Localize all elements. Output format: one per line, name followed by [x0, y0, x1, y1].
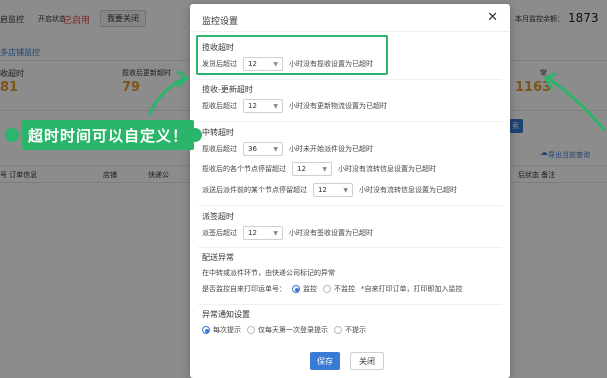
delivery-timeout-value: 12 — [248, 229, 257, 237]
update-timeout-select[interactable]: 12 ▼ — [243, 99, 283, 113]
chevron-down-icon: ▼ — [343, 186, 348, 194]
divider — [198, 304, 502, 305]
transit-row2-value: 12 — [297, 165, 306, 173]
transit-row3-value: 12 — [318, 186, 327, 194]
divider — [198, 205, 502, 206]
radio-notify-every[interactable]: 每次提示 — [202, 325, 241, 335]
transit-row2-prefix: 揽收后的各个节点停留超过 — [202, 165, 286, 173]
highlight-box — [196, 35, 388, 75]
radio-unchecked-icon — [247, 326, 255, 334]
radio-no-monitor[interactable]: 不监控 — [323, 284, 355, 294]
update-timeout-title: 揽收-更新超时 — [202, 85, 253, 94]
transit-timeout-row-3: 派送后派件前的某个节点停留超过 12 ▼ 小时没有流转信息设置为已超时 — [202, 183, 457, 197]
divider — [198, 121, 502, 122]
callout-banner: 超时时间可以自定义！ — [22, 120, 194, 150]
save-button[interactable]: 保存 — [310, 352, 340, 370]
dispatch-exception-question: 是否监控自来打印运单号： — [202, 285, 286, 293]
radio-checked-icon — [202, 326, 210, 334]
callout-dot-left — [5, 128, 19, 142]
transit-row2-suffix: 小时没有流转信息设置为已超时 — [338, 165, 436, 173]
dispatch-exception-desc-text: 在中转或派件环节，由快递公司标记的异常 — [202, 269, 335, 277]
radio-monitor[interactable]: 监控 — [292, 284, 317, 294]
transit-row1-value: 36 — [248, 145, 257, 153]
dispatch-exception-note: *自来打印订单，打印即加入监控 — [361, 285, 463, 293]
close-button[interactable]: 关闭 — [350, 352, 384, 370]
callout-dot-right — [188, 128, 202, 142]
transit-timeout-row-1: 揽收后超过 36 ▼ 小时未开始派件设为已超时 — [202, 142, 373, 156]
chevron-down-icon: ▼ — [322, 165, 327, 173]
radio-notify-daily[interactable]: 仅每天第一次登录提示 — [247, 325, 328, 335]
divider — [198, 79, 502, 80]
chevron-down-icon: ▼ — [273, 102, 278, 110]
dispatch-exception-title: 配送异常 — [202, 253, 234, 262]
dispatch-exception-options: 是否监控自来打印运单号： 监控 不监控 *自来打印订单，打印即加入监控 — [202, 284, 463, 294]
divider — [190, 31, 510, 32]
delivery-timeout-select[interactable]: 12 ▼ — [243, 226, 283, 240]
chevron-down-icon: ▼ — [273, 145, 278, 153]
update-timeout-row: 揽收后超过 12 ▼ 小时没有更新物流设置为已超时 — [202, 99, 387, 113]
notify-title: 异常通知设置 — [202, 310, 250, 319]
transit-row3-select[interactable]: 12 ▼ — [313, 183, 353, 197]
transit-row1-prefix: 揽收后超过 — [202, 145, 237, 153]
radio-unchecked-icon — [323, 285, 331, 293]
transit-row1-select[interactable]: 36 ▼ — [243, 142, 283, 156]
dialog-title: 监控设置 — [202, 17, 239, 27]
transit-timeout-title: 中转超时 — [202, 128, 234, 137]
radio-notify-daily-label: 仅每天第一次登录提示 — [258, 326, 328, 334]
update-timeout-suffix: 小时没有更新物流设置为已超时 — [289, 102, 387, 110]
dispatch-exception-desc: 在中转或派件环节，由快递公司标记的异常 — [202, 268, 335, 278]
transit-row1-suffix: 小时未开始派件设为已超时 — [289, 145, 373, 153]
transit-row3-prefix: 派送后派件前的某个节点停留超过 — [202, 186, 307, 194]
delivery-timeout-suffix: 小时没有签收设置为已超时 — [289, 229, 373, 237]
delivery-timeout-title: 派签超时 — [202, 212, 234, 221]
close-icon[interactable]: ✕ — [487, 10, 498, 25]
update-timeout-prefix: 揽收后超过 — [202, 102, 237, 110]
radio-checked-icon — [292, 285, 300, 293]
radio-notify-none-label: 不提示 — [345, 326, 366, 334]
notify-options: 每次提示 仅每天第一次登录提示 不提示 — [202, 325, 366, 335]
delivery-timeout-prefix: 派签后超过 — [202, 229, 237, 237]
delivery-timeout-row: 派签后超过 12 ▼ 小时没有签收设置为已超时 — [202, 226, 373, 240]
chevron-down-icon: ▼ — [273, 229, 278, 237]
divider — [198, 247, 502, 248]
radio-no-monitor-label: 不监控 — [334, 285, 355, 293]
radio-unchecked-icon — [334, 326, 342, 334]
radio-notify-every-label: 每次提示 — [213, 326, 241, 334]
radio-notify-none[interactable]: 不提示 — [334, 325, 366, 335]
radio-monitor-label: 监控 — [303, 285, 317, 293]
transit-timeout-row-2: 揽收后的各个节点停留超过 12 ▼ 小时没有流转信息设置为已超时 — [202, 162, 436, 176]
transit-row3-suffix: 小时没有流转信息设置为已超时 — [359, 186, 457, 194]
transit-row2-select[interactable]: 12 ▼ — [292, 162, 332, 176]
update-timeout-value: 12 — [248, 102, 257, 110]
